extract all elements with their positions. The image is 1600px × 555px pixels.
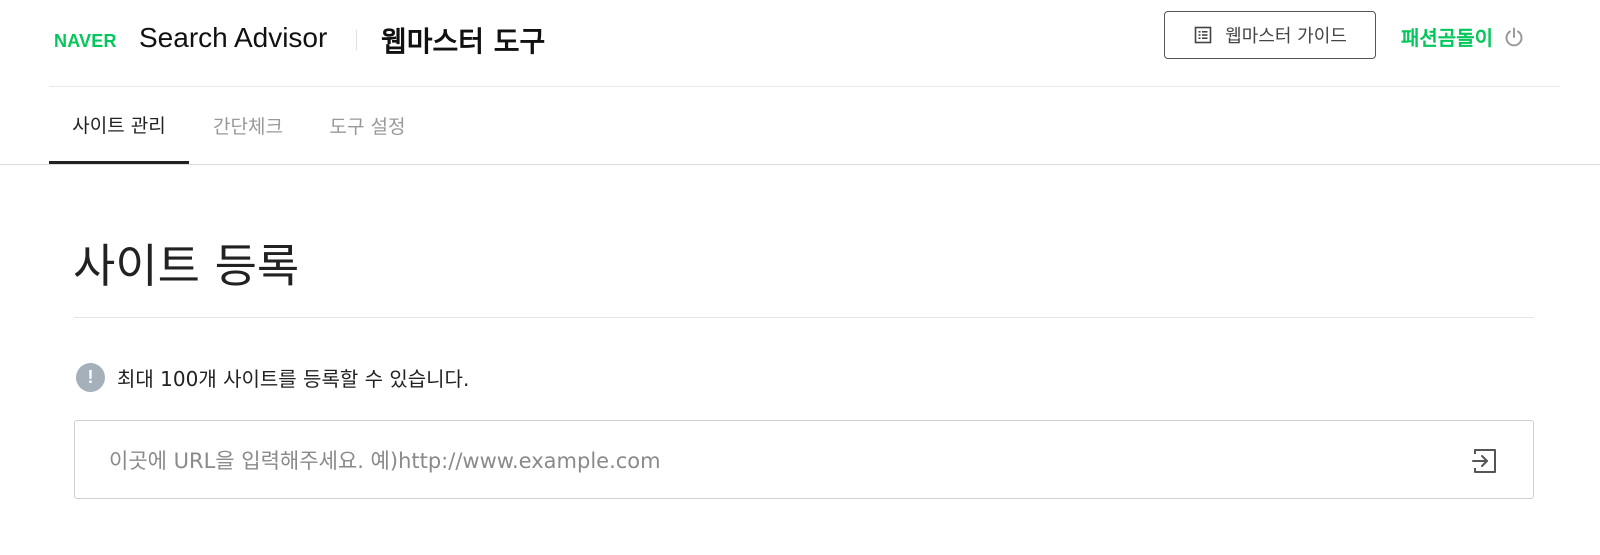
- tab-tool-settings[interactable]: 도구 설정: [321, 87, 414, 164]
- user-name[interactable]: 패션곰돌이: [1401, 22, 1493, 51]
- site-header: NAVER Search Advisor 웹마스터 도구 웹마스터 가이드 패션…: [49, 0, 1560, 87]
- tool-title[interactable]: 웹마스터 도구: [381, 20, 545, 60]
- webmaster-guide-label: 웹마스터 가이드: [1225, 26, 1347, 47]
- url-input-box: [74, 420, 1534, 500]
- enter-arrow-icon[interactable]: [1470, 446, 1500, 476]
- info-exclamation-icon: !: [76, 363, 105, 392]
- notice: ! 최대 100개 사이트를 등록할 수 있습니다.: [76, 363, 469, 392]
- url-input[interactable]: [107, 421, 1451, 500]
- document-list-icon: [1193, 25, 1213, 45]
- notice-text: 최대 100개 사이트를 등록할 수 있습니다.: [117, 367, 470, 391]
- power-icon[interactable]: [1503, 26, 1525, 48]
- brand-title[interactable]: Search Advisor: [139, 22, 327, 54]
- tab-bar: 사이트 관리 간단체크 도구 설정: [0, 87, 1600, 165]
- webmaster-guide-button[interactable]: 웹마스터 가이드: [1164, 11, 1376, 59]
- brand-divider: [356, 30, 357, 50]
- page-title: 사이트 등록: [73, 239, 300, 293]
- title-divider: [74, 317, 1534, 318]
- naver-logo[interactable]: NAVER: [54, 31, 117, 52]
- tab-site-management[interactable]: 사이트 관리: [49, 87, 189, 164]
- tab-quick-check[interactable]: 간단체크: [204, 87, 292, 164]
